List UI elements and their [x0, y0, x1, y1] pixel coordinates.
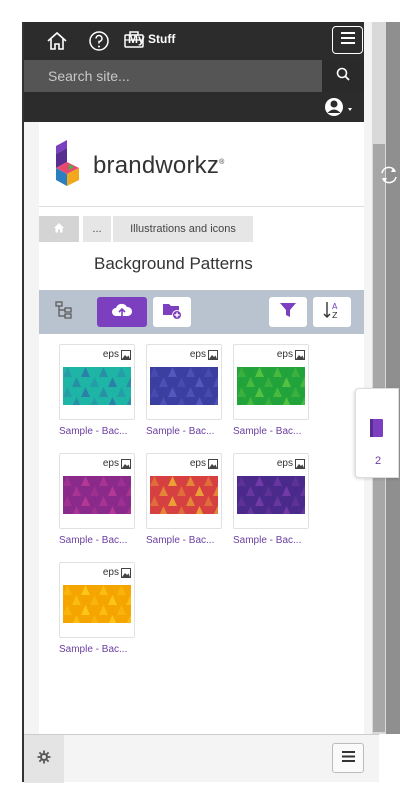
format-label: eps [189, 458, 206, 469]
asset-title-link[interactable]: Sample - Bac... [146, 535, 222, 546]
side-rail [386, 22, 400, 734]
pattern-thumbnail-image [63, 476, 131, 514]
asset-tile[interactable]: eps Sample - Bac... [59, 344, 135, 437]
settings-button[interactable] [24, 735, 64, 783]
hamburger-menu-icon [341, 749, 355, 767]
format-badge: eps [103, 349, 131, 360]
breadcrumb-home[interactable] [39, 216, 79, 242]
image-icon [208, 349, 218, 360]
main-content: brandworkz® ... Illustrations and icons … [39, 122, 364, 734]
asset-title-link[interactable]: Sample - Bac... [233, 426, 309, 437]
search-icon [336, 67, 350, 86]
format-badge: eps [277, 458, 305, 469]
pattern-thumbnail-image [63, 367, 131, 405]
asset-thumbnail[interactable]: eps [59, 344, 135, 420]
asset-toolbar: AZ [39, 290, 364, 334]
image-icon [121, 458, 131, 469]
search-input[interactable] [24, 60, 322, 92]
hamburger-menu-icon [340, 31, 355, 49]
asset-thumbnail[interactable]: eps [146, 344, 222, 420]
asset-tile[interactable]: eps Sample - Bac... [146, 453, 222, 546]
image-icon [295, 458, 305, 469]
filter-icon [279, 301, 297, 324]
filter-button[interactable] [269, 297, 307, 327]
image-icon [121, 567, 131, 578]
brand-logo[interactable]: brandworkz® [53, 140, 224, 191]
lightbox-count: 2 [374, 455, 382, 467]
svg-text:A: A [332, 302, 338, 311]
user-account-icon[interactable] [322, 95, 356, 124]
format-label: eps [276, 458, 293, 469]
format-label: eps [102, 349, 119, 360]
home-icon[interactable] [44, 28, 70, 54]
format-label: eps [189, 349, 206, 360]
asset-tile[interactable]: eps Sample - Bac... [146, 344, 222, 437]
pattern-thumbnail-image [150, 367, 218, 405]
format-label: eps [276, 349, 293, 360]
asset-title-link[interactable]: Sample - Bac... [59, 426, 135, 437]
trademark-mark: ® [219, 158, 225, 166]
asset-title-link[interactable]: Sample - Bac... [59, 644, 135, 655]
asset-title-link[interactable]: Sample - Bac... [146, 426, 222, 437]
home-icon [53, 222, 65, 236]
my-stuff-link[interactable]: My Stuff [128, 32, 175, 46]
hamburger-menu-button[interactable] [332, 26, 363, 54]
asset-tile[interactable]: eps Sample - Bac... [233, 453, 309, 546]
asset-thumbnail[interactable]: eps [233, 453, 309, 529]
lightbox-panel[interactable]: 2 [355, 388, 399, 478]
help-icon[interactable] [86, 28, 112, 54]
asset-tile[interactable]: eps Sample - Bac... [233, 344, 309, 437]
top-nav-bar: My Stuff [24, 22, 364, 60]
format-badge: eps [103, 567, 131, 578]
asset-tile[interactable]: eps Sample - Bac... [59, 562, 135, 655]
format-badge: eps [190, 458, 218, 469]
browser-frame: My Stuff Search site... brandworkz® ... … [22, 22, 400, 783]
pattern-thumbnail-image [237, 476, 305, 514]
asset-title-link[interactable]: Sample - Bac... [233, 535, 309, 546]
format-badge: eps [103, 458, 131, 469]
book-icon [368, 417, 386, 444]
brand-name-text: brandworkz [93, 151, 220, 179]
search-button[interactable] [322, 60, 364, 92]
bottom-menu-button[interactable] [332, 743, 364, 773]
format-label: eps [102, 458, 119, 469]
image-icon [121, 349, 131, 360]
svg-text:Z: Z [332, 311, 338, 320]
upload-cloud-icon [111, 301, 133, 324]
image-icon [208, 458, 218, 469]
new-folder-button[interactable] [153, 297, 191, 327]
format-label: eps [102, 567, 119, 578]
asset-thumbnail[interactable]: eps [233, 344, 309, 420]
brand-name: brandworkz® [93, 152, 224, 180]
page-title: Background Patterns [94, 254, 253, 273]
sort-button[interactable]: AZ [313, 297, 351, 327]
bottom-bar [24, 734, 379, 783]
user-bar [24, 92, 364, 122]
tree-view-button[interactable] [49, 297, 79, 327]
new-folder-icon [161, 300, 183, 325]
sync-icon[interactable] [378, 162, 400, 193]
asset-title-link[interactable]: Sample - Bac... [59, 535, 135, 546]
asset-tile[interactable]: eps Sample - Bac... [59, 453, 135, 546]
pattern-thumbnail-image [150, 476, 218, 514]
asset-thumbnail[interactable]: eps [59, 562, 135, 638]
asset-thumbnail[interactable]: eps [59, 453, 135, 529]
gear-icon [37, 750, 51, 769]
breadcrumb-ellipsis[interactable]: ... [83, 216, 111, 242]
divider [39, 206, 364, 207]
format-badge: eps [277, 349, 305, 360]
breadcrumb-current[interactable]: Illustrations and icons [113, 216, 253, 242]
tree-view-icon [54, 300, 74, 325]
search-bar [24, 60, 364, 92]
format-badge: eps [190, 349, 218, 360]
brandworkz-cube-icon [53, 140, 83, 191]
pattern-thumbnail-image [237, 367, 305, 405]
sort-az-icon: AZ [321, 299, 343, 326]
image-icon [295, 349, 305, 360]
upload-button[interactable] [97, 297, 147, 327]
pattern-thumbnail-image [63, 585, 131, 623]
asset-thumbnail[interactable]: eps [146, 453, 222, 529]
